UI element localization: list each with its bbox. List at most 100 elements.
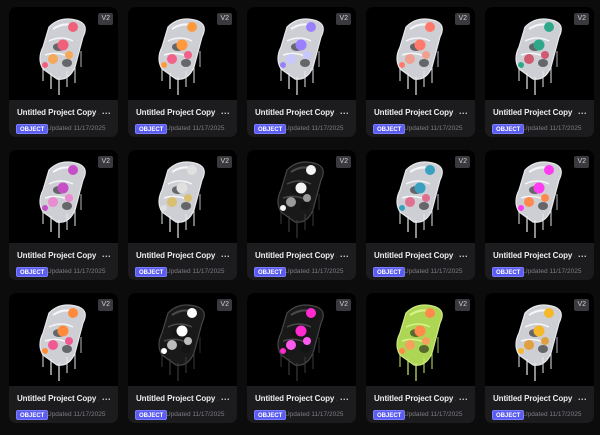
project-title[interactable]: Untitled Project Copy ... <box>374 108 456 117</box>
project-card[interactable]: V2 Untitled Project Copy ... ... OBJECT … <box>485 293 594 423</box>
card-info: Untitled Project Copy ... ... OBJECT Upd… <box>366 243 475 280</box>
project-thumbnail[interactable]: V2 <box>9 150 118 243</box>
updated-date: Updated 11/17/2025 <box>404 125 463 132</box>
more-options-icon[interactable]: ... <box>578 106 587 116</box>
more-options-icon[interactable]: ... <box>102 392 111 402</box>
updated-date: Updated 11/17/2025 <box>285 268 344 275</box>
more-options-icon[interactable]: ... <box>459 249 468 259</box>
more-options-icon[interactable]: ... <box>102 106 111 116</box>
more-options-icon[interactable]: ... <box>578 392 587 402</box>
updated-date: Updated 11/17/2025 <box>47 125 106 132</box>
more-options-icon[interactable]: ... <box>459 392 468 402</box>
updated-date: Updated 11/17/2025 <box>285 125 344 132</box>
card-info: Untitled Project Copy ... ... OBJECT Upd… <box>128 243 237 280</box>
project-card[interactable]: V2 Untitled Project Copy ... ... OBJECT … <box>9 7 118 137</box>
updated-date: Updated 11/17/2025 <box>47 411 106 418</box>
project-title[interactable]: Untitled Project Copy ... <box>493 108 575 117</box>
project-card[interactable]: V2 Untitled Project Copy ... ... OBJECT … <box>247 150 356 280</box>
updated-date: Updated 11/17/2025 <box>523 411 582 418</box>
type-tag: OBJECT <box>373 410 406 420</box>
more-options-icon[interactable]: ... <box>340 106 349 116</box>
project-thumbnail[interactable]: V2 <box>366 7 475 100</box>
updated-date: Updated 11/17/2025 <box>47 268 106 275</box>
updated-date: Updated 11/17/2025 <box>404 268 463 275</box>
project-thumbnail[interactable]: V2 <box>247 7 356 100</box>
project-thumbnail[interactable]: V2 <box>128 293 237 386</box>
project-title[interactable]: Untitled Project Copy ... <box>255 251 337 260</box>
project-card[interactable]: V2 Untitled Project Copy ... ... OBJECT … <box>366 150 475 280</box>
version-badge: V2 <box>336 299 351 311</box>
card-info: Untitled Project Copy ... ... OBJECT Upd… <box>485 243 594 280</box>
project-thumbnail[interactable]: V2 <box>366 293 475 386</box>
more-options-icon[interactable]: ... <box>221 249 230 259</box>
project-thumbnail[interactable]: V2 <box>485 7 594 100</box>
version-badge: V2 <box>336 13 351 25</box>
project-thumbnail[interactable]: V2 <box>9 7 118 100</box>
project-title[interactable]: Untitled Project Copy ... <box>493 394 575 403</box>
project-thumbnail[interactable]: V2 <box>247 150 356 243</box>
project-card[interactable]: V2 Untitled Project Copy ... ... OBJECT … <box>485 150 594 280</box>
project-title[interactable]: Untitled Project Copy ... <box>493 251 575 260</box>
project-thumbnail[interactable]: V2 <box>485 293 594 386</box>
project-card[interactable]: V2 Untitled Project Copy ... ... OBJECT … <box>366 293 475 423</box>
card-info: Untitled Project Copy ... ... OBJECT Upd… <box>128 100 237 137</box>
project-card[interactable]: V2 Untitled Project Copy ... ... OBJECT … <box>247 7 356 137</box>
card-info: Untitled Project Copy ... ... OBJECT Upd… <box>366 100 475 137</box>
more-options-icon[interactable]: ... <box>102 249 111 259</box>
project-thumbnail[interactable]: V2 <box>247 293 356 386</box>
project-thumbnail[interactable]: V2 <box>9 293 118 386</box>
project-title[interactable]: Untitled Project Copy ... <box>374 251 456 260</box>
project-card[interactable]: V2 Untitled Project Copy ... ... OBJECT … <box>9 150 118 280</box>
more-options-icon[interactable]: ... <box>221 106 230 116</box>
type-tag: OBJECT <box>16 124 49 134</box>
project-thumbnail[interactable]: V2 <box>366 150 475 243</box>
project-card[interactable]: V2 Untitled Project Copy ... ... OBJECT … <box>128 150 237 280</box>
project-card[interactable]: V2 Untitled Project Copy ... ... OBJECT … <box>128 293 237 423</box>
project-title[interactable]: Untitled Project Copy ... <box>255 108 337 117</box>
project-card[interactable]: V2 Untitled Project Copy ... ... OBJECT … <box>485 7 594 137</box>
project-card[interactable]: V2 Untitled Project Copy ... ... OBJECT … <box>9 293 118 423</box>
version-badge: V2 <box>574 299 589 311</box>
updated-date: Updated 11/17/2025 <box>166 125 225 132</box>
project-title[interactable]: Untitled Project Copy ... <box>255 394 337 403</box>
type-tag: OBJECT <box>492 124 525 134</box>
card-info: Untitled Project Copy ... ... OBJECT Upd… <box>485 386 594 423</box>
version-badge: V2 <box>98 299 113 311</box>
card-info: Untitled Project Copy ... ... OBJECT Upd… <box>128 386 237 423</box>
updated-date: Updated 11/17/2025 <box>166 411 225 418</box>
project-title[interactable]: Untitled Project Copy ... <box>17 108 99 117</box>
project-card[interactable]: V2 Untitled Project Copy ... ... OBJECT … <box>247 293 356 423</box>
project-title[interactable]: Untitled Project Copy ... <box>374 394 456 403</box>
updated-date: Updated 11/17/2025 <box>404 411 463 418</box>
type-tag: OBJECT <box>16 410 49 420</box>
updated-date: Updated 11/17/2025 <box>523 125 582 132</box>
project-title[interactable]: Untitled Project Copy ... <box>17 251 99 260</box>
more-options-icon[interactable]: ... <box>340 249 349 259</box>
type-tag: OBJECT <box>135 410 168 420</box>
project-thumbnail[interactable]: V2 <box>128 150 237 243</box>
project-title[interactable]: Untitled Project Copy ... <box>17 394 99 403</box>
more-options-icon[interactable]: ... <box>578 249 587 259</box>
project-card[interactable]: V2 Untitled Project Copy ... ... OBJECT … <box>128 7 237 137</box>
version-badge: V2 <box>98 156 113 168</box>
project-title[interactable]: Untitled Project Copy ... <box>136 251 218 260</box>
more-options-icon[interactable]: ... <box>221 392 230 402</box>
version-badge: V2 <box>217 156 232 168</box>
updated-date: Updated 11/17/2025 <box>285 411 344 418</box>
project-thumbnail[interactable]: V2 <box>485 150 594 243</box>
updated-date: Updated 11/17/2025 <box>166 268 225 275</box>
more-options-icon[interactable]: ... <box>459 106 468 116</box>
project-thumbnail[interactable]: V2 <box>128 7 237 100</box>
project-card[interactable]: V2 Untitled Project Copy ... ... OBJECT … <box>366 7 475 137</box>
type-tag: OBJECT <box>492 267 525 277</box>
type-tag: OBJECT <box>373 124 406 134</box>
type-tag: OBJECT <box>373 267 406 277</box>
more-options-icon[interactable]: ... <box>340 392 349 402</box>
updated-date: Updated 11/17/2025 <box>523 268 582 275</box>
type-tag: OBJECT <box>254 410 287 420</box>
project-title[interactable]: Untitled Project Copy ... <box>136 394 218 403</box>
project-title[interactable]: Untitled Project Copy ... <box>136 108 218 117</box>
card-info: Untitled Project Copy ... ... OBJECT Upd… <box>9 100 118 137</box>
version-badge: V2 <box>455 156 470 168</box>
card-info: Untitled Project Copy ... ... OBJECT Upd… <box>485 100 594 137</box>
